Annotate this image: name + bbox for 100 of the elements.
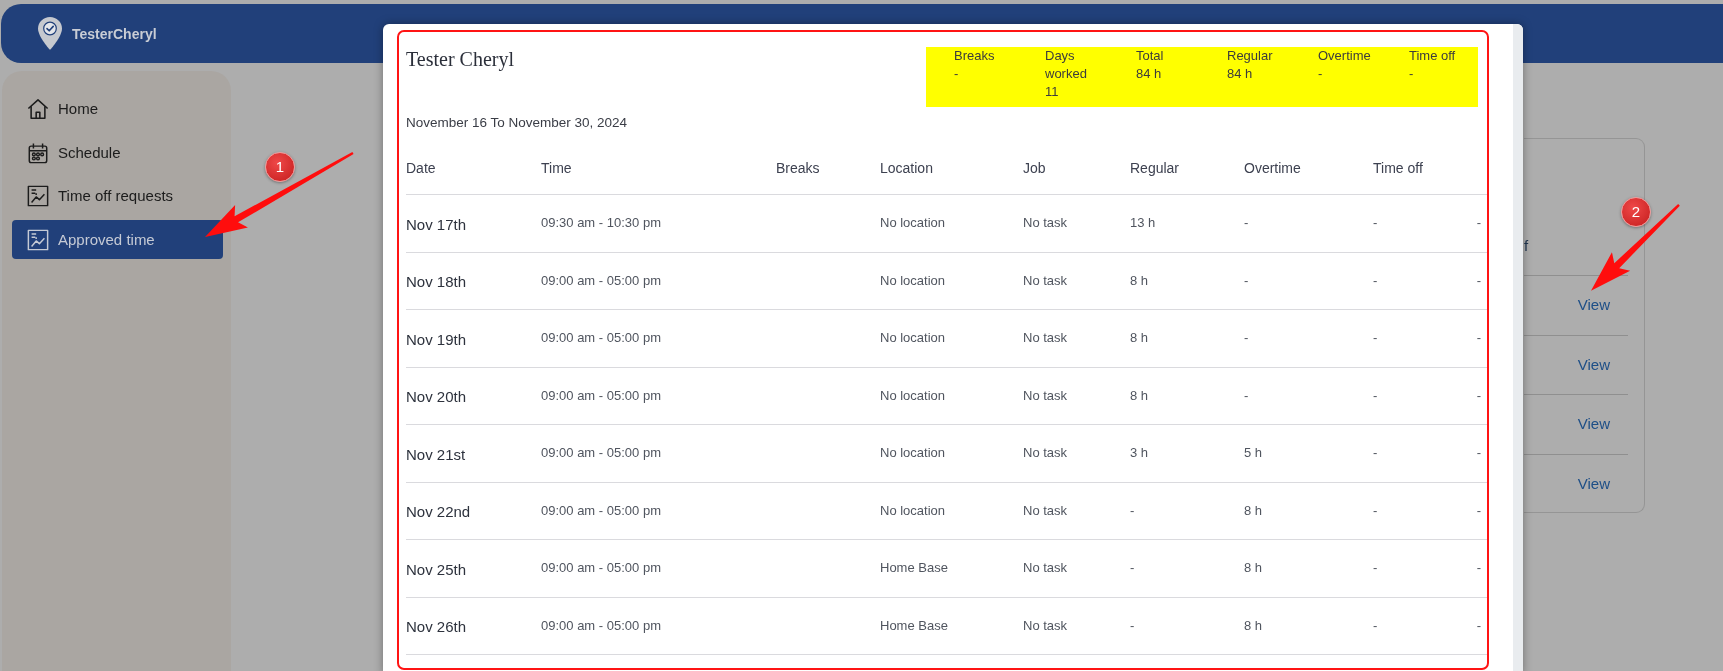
- table-cell: -: [1244, 272, 1249, 289]
- table-cell: No location: [880, 330, 946, 347]
- table-cell: 8 h: [1244, 502, 1263, 519]
- sidebar-item[interactable]: Approved time: [12, 220, 223, 259]
- column-header: Overtime: [1244, 158, 1301, 177]
- table-cell: Home Base: [880, 617, 948, 634]
- table-cell: 09:00 am - 05:00 pm: [541, 502, 661, 519]
- table-cell: Nov 17th: [406, 215, 467, 234]
- numbered-callout: 2: [1621, 197, 1651, 227]
- table-cell: -: [1130, 617, 1135, 634]
- table-cell-text: -: [1476, 502, 1482, 519]
- table-cell: 09:00 am - 05:00 pm: [541, 560, 661, 577]
- table-cell: No task: [1023, 330, 1068, 347]
- table-cell: 5 h: [1244, 445, 1263, 462]
- chart-icon: [27, 185, 49, 207]
- table-cell: 09:00 am - 05:00 pm: [541, 445, 661, 462]
- summary-value: -: [954, 65, 960, 83]
- table-cell: Nov 18th: [406, 273, 467, 292]
- summary-label: Days worked: [1045, 47, 1088, 83]
- table-cell: -: [1130, 560, 1135, 577]
- view-link[interactable]: View: [1577, 296, 1610, 315]
- table-cell: 8 h: [1130, 330, 1149, 347]
- table-cell: No task: [1023, 560, 1068, 577]
- table-cell: -: [1373, 502, 1378, 519]
- table-cell: -: [1373, 560, 1378, 577]
- chart-icon: [27, 228, 49, 251]
- numbered-callout: 1: [265, 152, 295, 182]
- summary-value: 11: [1045, 83, 1060, 101]
- table-cell: No task: [1023, 215, 1068, 232]
- table-cell: -: [1373, 215, 1378, 232]
- sidebar-item[interactable]: Home: [12, 89, 223, 129]
- table-cell-text: -: [1476, 617, 1482, 634]
- table-cell: Nov 19th: [406, 330, 467, 349]
- account-name: TesterCheryl: [72, 24, 157, 43]
- summary-value: -: [1409, 65, 1415, 83]
- table-cell: No task: [1023, 617, 1068, 634]
- employee-name: Tester Cheryl: [406, 47, 514, 71]
- column-header: Regular: [1130, 158, 1180, 177]
- column-header: Location: [880, 158, 933, 177]
- table-cell: 8 h: [1130, 272, 1149, 289]
- summary-label: Overtime: [1318, 47, 1372, 65]
- table-cell-text: -: [1476, 560, 1482, 577]
- table-cell: No task: [1023, 502, 1068, 519]
- column-header: Date: [406, 158, 436, 177]
- table-cell: No task: [1023, 445, 1068, 462]
- table-cell: 8 h: [1244, 617, 1263, 634]
- table-cell: -: [1244, 215, 1249, 232]
- table-cell: No task: [1023, 387, 1068, 404]
- table-cell: 09:00 am - 05:00 pm: [541, 330, 661, 347]
- table-cell: -: [1373, 330, 1378, 347]
- table-cell: Nov 22nd: [406, 503, 471, 522]
- table-cell: -: [1373, 445, 1378, 462]
- heading-fragment: f: [1524, 237, 1529, 255]
- view-link[interactable]: View: [1577, 415, 1610, 434]
- table-cell: Nov 26th: [406, 618, 467, 637]
- column-header: Time: [541, 158, 572, 177]
- summary-label: Regular: [1227, 47, 1274, 65]
- map-pin-icon: [38, 17, 62, 50]
- calendar-icon: [27, 141, 49, 164]
- scrollbar[interactable]: [1513, 24, 1523, 671]
- table-cell: -: [1244, 330, 1249, 347]
- view-link[interactable]: View: [1577, 355, 1610, 374]
- table-cell: Nov 21st: [406, 445, 466, 464]
- table-cell: No location: [880, 387, 946, 404]
- table-cell: 09:00 am - 05:00 pm: [541, 617, 661, 634]
- column-header: Time off: [1373, 158, 1423, 177]
- table-cell: No location: [880, 445, 946, 462]
- table-cell: Nov 20th: [406, 388, 467, 407]
- table-cell: 09:00 am - 05:00 pm: [541, 387, 661, 404]
- summary-label: Total: [1136, 47, 1165, 65]
- table-cell-text: -: [1476, 330, 1482, 347]
- summary-label: Time off: [1409, 47, 1457, 65]
- table-cell: -: [1373, 617, 1378, 634]
- table-cell-text: -: [1476, 272, 1482, 289]
- summary-value: -: [1318, 65, 1324, 83]
- table-cell: 8 h: [1244, 560, 1263, 577]
- table-cell: Home Base: [880, 560, 948, 577]
- table-cell: 13 h: [1130, 215, 1156, 232]
- table-cell-text: -: [1476, 445, 1482, 462]
- table-cell: No task: [1023, 272, 1068, 289]
- table-cell: -: [1373, 272, 1378, 289]
- sidebar-item[interactable]: Schedule: [12, 133, 223, 172]
- column-header: Breaks: [776, 158, 820, 177]
- table-cell: -: [1373, 387, 1378, 404]
- table-cell: No location: [880, 502, 946, 519]
- column-header: Job: [1023, 158, 1046, 177]
- table-cell: 09:30 am - 10:30 pm: [541, 215, 661, 232]
- table-cell-text: -: [1476, 215, 1482, 232]
- summary-label: Breaks: [954, 47, 996, 65]
- date-range: November 16 To November 30, 2024: [406, 114, 629, 132]
- table-cell: No location: [880, 272, 946, 289]
- table-cell: 09:00 am - 05:00 pm: [541, 272, 661, 289]
- table-cell: 3 h: [1130, 445, 1149, 462]
- summary-value: 84 h: [1136, 65, 1163, 83]
- table-cell: No location: [880, 215, 946, 232]
- sidebar-item[interactable]: Time off requests: [12, 176, 223, 216]
- summary-value: 84 h: [1227, 65, 1254, 83]
- table-cell: -: [1130, 502, 1135, 519]
- table-cell: -: [1244, 387, 1249, 404]
- view-link[interactable]: View: [1577, 474, 1610, 493]
